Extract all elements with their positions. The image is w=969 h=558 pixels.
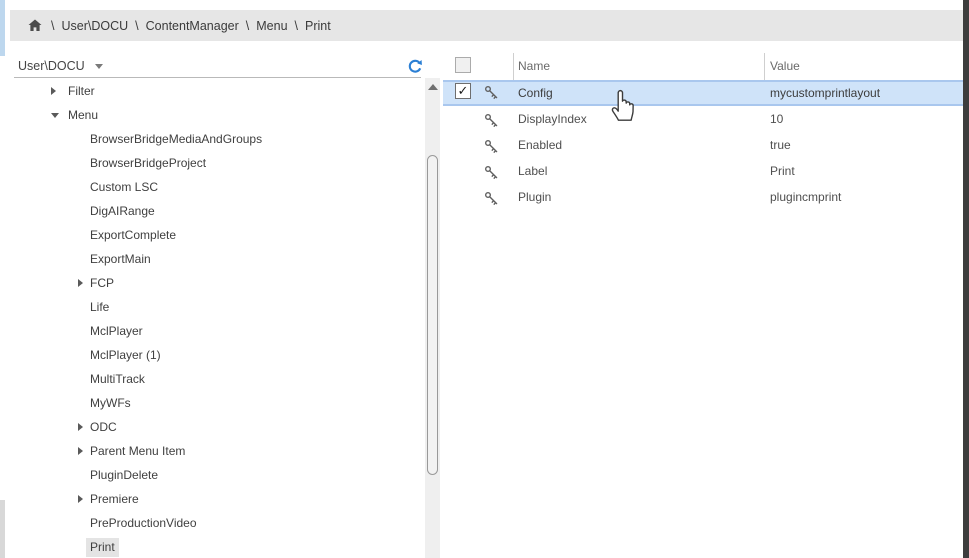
chevron-right-icon[interactable] bbox=[78, 495, 83, 503]
tree-item-label: BrowserBridgeProject bbox=[86, 154, 210, 173]
table-row-displayindex[interactable]: DisplayIndex 10 bbox=[443, 106, 963, 132]
tree-root-selector[interactable]: User\DOCU bbox=[18, 57, 103, 75]
tree-item-browserbridgemediaandgroups[interactable]: BrowserBridgeMediaAndGroups bbox=[0, 127, 424, 151]
cell-value: mycustomprintlayout bbox=[770, 82, 880, 104]
breadcrumb-separator: \ bbox=[246, 19, 249, 33]
column-header-value[interactable]: Value bbox=[770, 53, 800, 80]
chevron-right-icon[interactable] bbox=[78, 279, 83, 287]
tree-item-label: DigAIRange bbox=[86, 202, 159, 221]
tree-item-mclplayer-1[interactable]: MclPlayer (1) bbox=[0, 343, 424, 367]
tree-item-odc[interactable]: ODC bbox=[0, 415, 424, 439]
tree-item-label: Life bbox=[86, 298, 113, 317]
tree-item-premiere[interactable]: Premiere bbox=[0, 487, 424, 511]
tree-item-life[interactable]: Life bbox=[0, 295, 424, 319]
tree-item-label: Premiere bbox=[86, 490, 143, 509]
tree-item-parent-menu-item[interactable]: Parent Menu Item bbox=[0, 439, 424, 463]
table-row-enabled[interactable]: Enabled true bbox=[443, 132, 963, 158]
breadcrumb-item-menu[interactable]: Menu bbox=[256, 19, 287, 33]
cell-value: plugincmprint bbox=[770, 184, 841, 210]
window-edge-left-top bbox=[0, 0, 5, 56]
chevron-down-icon bbox=[95, 64, 103, 69]
select-all-checkbox[interactable] bbox=[455, 57, 471, 73]
chevron-right-icon[interactable] bbox=[51, 87, 56, 95]
key-icon bbox=[484, 189, 499, 204]
cell-name: Config bbox=[518, 82, 553, 104]
table-row-config[interactable]: ✓ Config mycustomprintlayout bbox=[443, 80, 963, 106]
tree-item-label: BrowserBridgeMediaAndGroups bbox=[86, 130, 266, 149]
navigation-tree: Filter Menu BrowserBridgeMediaAndGroups Bro… bbox=[0, 79, 424, 558]
tree-item-label: ODC bbox=[86, 418, 121, 437]
tree-root-label: User\DOCU bbox=[18, 59, 85, 73]
tree-item-label: Menu bbox=[64, 106, 102, 125]
breadcrumb-separator: \ bbox=[135, 19, 138, 33]
scrollbar-up-arrow-icon[interactable] bbox=[428, 84, 438, 90]
tree-item-label: Filter bbox=[64, 82, 99, 101]
tree-item-label: MclPlayer (1) bbox=[86, 346, 165, 365]
cell-value: true bbox=[770, 132, 791, 158]
breadcrumb-separator: \ bbox=[51, 19, 54, 33]
tree-item-custom-lsc[interactable]: Custom LSC bbox=[0, 175, 424, 199]
cell-value: 10 bbox=[770, 106, 783, 132]
tree-item-exportmain[interactable]: ExportMain bbox=[0, 247, 424, 271]
tree-item-filter[interactable]: Filter bbox=[0, 79, 424, 103]
tree-item-label: MclPlayer bbox=[86, 322, 147, 341]
breadcrumb-items: \ User\DOCU \ ContentManager \ Menu \ Print bbox=[44, 19, 331, 33]
chevron-right-icon[interactable] bbox=[78, 447, 83, 455]
key-icon bbox=[484, 163, 499, 178]
properties-grid-header: Name Value bbox=[443, 53, 963, 80]
tree-item-mywfs[interactable]: MyWFs bbox=[0, 391, 424, 415]
tree-item-digairange[interactable]: DigAIRange bbox=[0, 199, 424, 223]
tree-item-label: Print bbox=[86, 538, 119, 557]
table-row-plugin[interactable]: Plugin plugincmprint bbox=[443, 184, 963, 210]
column-header-name[interactable]: Name bbox=[518, 53, 550, 80]
properties-grid: ✓ Config mycustomprintlayout DisplayIndex 10… bbox=[443, 80, 963, 210]
breadcrumb-separator: \ bbox=[295, 19, 298, 33]
breadcrumb-item-user-docu[interactable]: User\DOCU bbox=[61, 19, 128, 33]
tree-item-exportcomplete[interactable]: ExportComplete bbox=[0, 223, 424, 247]
tree-item-label: ExportComplete bbox=[86, 226, 180, 245]
tree-item-label: MyWFs bbox=[86, 394, 135, 413]
home-icon[interactable] bbox=[28, 19, 42, 32]
column-divider bbox=[513, 53, 514, 80]
breadcrumb-item-contentmanager[interactable]: ContentManager bbox=[146, 19, 239, 33]
chevron-right-icon[interactable] bbox=[78, 423, 83, 431]
tree-item-label: FCP bbox=[86, 274, 118, 293]
tree-item-label: Parent Menu Item bbox=[86, 442, 189, 461]
tree-item-fcp[interactable]: FCP bbox=[0, 271, 424, 295]
cell-name: DisplayIndex bbox=[518, 106, 587, 132]
cell-name: Plugin bbox=[518, 184, 551, 210]
tree-item-label: ExportMain bbox=[86, 250, 155, 269]
column-divider bbox=[764, 53, 765, 80]
key-icon bbox=[484, 85, 499, 100]
tree-item-mclplayer[interactable]: MclPlayer bbox=[0, 319, 424, 343]
tree-item-preproductionvideo[interactable]: PreProductionVideo bbox=[0, 511, 424, 535]
tree-item-label: Custom LSC bbox=[86, 178, 162, 197]
tree-item-plugindelete[interactable]: PluginDelete bbox=[0, 463, 424, 487]
cell-value: Print bbox=[770, 158, 795, 184]
breadcrumb: \ User\DOCU \ ContentManager \ Menu \ Print bbox=[10, 10, 963, 41]
tree-item-browserbridgeproject[interactable]: BrowserBridgeProject bbox=[0, 151, 424, 175]
window-edge-right bbox=[963, 0, 969, 558]
cell-name: Label bbox=[518, 158, 547, 184]
panel-header-divider bbox=[14, 77, 421, 78]
tree-scrollbar-thumb[interactable] bbox=[427, 155, 438, 475]
chevron-down-icon[interactable] bbox=[51, 113, 59, 118]
tree-item-label: PreProductionVideo bbox=[86, 514, 201, 533]
tree-item-label: MultiTrack bbox=[86, 370, 149, 389]
table-row-label[interactable]: Label Print bbox=[443, 158, 963, 184]
cell-name: Enabled bbox=[518, 132, 562, 158]
refresh-button[interactable] bbox=[407, 59, 423, 75]
key-icon bbox=[484, 137, 499, 152]
key-icon bbox=[484, 111, 499, 126]
row-checkbox-checked[interactable]: ✓ bbox=[455, 83, 471, 99]
tree-item-print[interactable]: Print bbox=[0, 535, 424, 558]
tree-item-label: PluginDelete bbox=[86, 466, 162, 485]
tree-item-menu[interactable]: Menu bbox=[0, 103, 424, 127]
tree-item-multitrack[interactable]: MultiTrack bbox=[0, 367, 424, 391]
breadcrumb-item-print[interactable]: Print bbox=[305, 19, 331, 33]
